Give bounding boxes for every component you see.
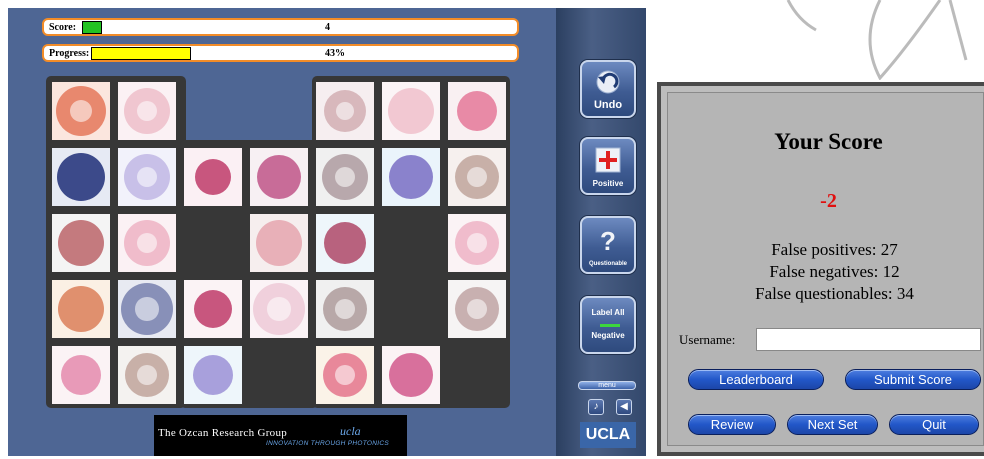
progress-value: 43%	[325, 48, 345, 59]
cell-tile[interactable]	[52, 214, 110, 272]
cell-tile[interactable]	[52, 346, 110, 404]
cell-center-pallor	[267, 297, 291, 321]
label-all-negative-button[interactable]: Label All Negative	[580, 296, 636, 354]
final-score-value: -2	[820, 190, 837, 212]
username-label: Username:	[679, 332, 736, 347]
blood-cell-image	[256, 220, 302, 266]
blood-cell-image	[324, 222, 366, 264]
false-negatives-text: False negatives: 12	[769, 262, 900, 281]
cell-center-pallor	[335, 299, 355, 319]
cell-tile[interactable]	[184, 280, 242, 338]
cell-tile[interactable]	[52, 280, 110, 338]
cell-tile[interactable]	[184, 148, 242, 206]
blood-cell-image	[57, 153, 105, 201]
logo-tagline: INNOVATION THROUGH PHOTONICS	[266, 440, 390, 447]
cell-tile[interactable]	[250, 280, 308, 338]
green-dash-icon	[600, 324, 620, 327]
logo-title: The Ozcan Research Group	[158, 427, 288, 439]
positive-label: Positive	[592, 179, 624, 188]
cell-tile[interactable]	[316, 82, 374, 140]
cell-tile[interactable]	[118, 82, 176, 140]
false-positives-text: False positives: 27	[771, 240, 898, 259]
blood-cell-image	[457, 91, 497, 131]
cell-tile[interactable]	[316, 280, 374, 338]
progress-bar: Progress: 43%	[42, 44, 519, 62]
submit-score-button[interactable]: Submit Score	[845, 369, 981, 390]
blood-cell-image	[257, 155, 301, 199]
cell-tile[interactable]	[118, 346, 176, 404]
blood-cell-image	[58, 286, 104, 332]
questionable-button[interactable]: ? Questionable	[580, 216, 636, 274]
score-title: Your Score	[774, 129, 883, 154]
svg-text:?: ?	[600, 226, 616, 255]
score-dialog-body: Your Score -2 False positives: 27 False …	[667, 92, 984, 446]
cell-tile[interactable]	[316, 148, 374, 206]
review-button[interactable]: Review	[688, 414, 776, 435]
research-group-logo: The Ozcan Research Group ucla INNOVATION…	[154, 415, 407, 456]
cell-tile[interactable]	[118, 148, 176, 206]
plus-icon	[595, 147, 621, 173]
undo-arrow-icon	[596, 70, 620, 94]
blood-cell-image	[61, 355, 101, 395]
score-fill	[82, 21, 102, 34]
cell-center-pallor	[467, 299, 487, 319]
username-input[interactable]	[756, 328, 981, 351]
cell-tile[interactable]	[250, 214, 308, 272]
cell-tile[interactable]	[316, 346, 374, 404]
blood-cell-image	[388, 88, 434, 134]
cell-tile[interactable]	[382, 148, 440, 206]
decorative-strokes	[786, 0, 968, 80]
progress-label: Progress:	[49, 48, 90, 59]
next-set-button[interactable]: Next Set	[787, 414, 878, 435]
label-all-line1: Label All	[591, 308, 625, 317]
quit-button[interactable]: Quit	[889, 414, 979, 435]
cell-tile[interactable]	[52, 82, 110, 140]
leaderboard-button[interactable]: Leaderboard	[688, 369, 824, 390]
cell-center-pallor	[135, 297, 159, 321]
cell-tile[interactable]	[118, 214, 176, 272]
speaker-icon[interactable]: ◀	[616, 399, 632, 415]
score-value: 4	[325, 22, 330, 33]
cell-center-pallor	[335, 365, 355, 385]
cell-center-pallor	[467, 233, 487, 253]
ucla-badge: UCLA	[580, 422, 636, 448]
blood-cell-image	[58, 220, 104, 266]
menu-button[interactable]: menu	[578, 381, 636, 390]
cell-tile[interactable]	[316, 214, 374, 272]
questionable-label: Questionable	[588, 261, 627, 267]
game-panel: Score: 4 Progress: 43% The Ozcan Researc…	[8, 8, 556, 456]
cell-tile[interactable]	[448, 82, 506, 140]
positive-button[interactable]: Positive	[580, 137, 636, 195]
label-all-line2: Negative	[591, 331, 625, 340]
tool-sidebar: Undo Positive ? Questionable Label All N…	[556, 8, 646, 456]
cell-center-pallor	[467, 167, 487, 187]
undo-button[interactable]: Undo	[580, 60, 636, 118]
blood-cell-image	[195, 159, 231, 195]
blood-cell-image	[193, 355, 233, 395]
cell-center-pallor	[137, 365, 157, 385]
blood-cell-image	[194, 290, 232, 328]
cell-tile[interactable]	[448, 280, 506, 338]
cell-tile[interactable]	[448, 148, 506, 206]
music-note-icon[interactable]: ♪	[588, 399, 604, 415]
cell-tile[interactable]	[52, 148, 110, 206]
cell-tile[interactable]	[382, 82, 440, 140]
cell-tile[interactable]	[382, 346, 440, 404]
score-label: Score:	[49, 22, 77, 33]
blood-cell-image	[389, 155, 433, 199]
cell-tile[interactable]	[118, 280, 176, 338]
cell-tile[interactable]	[448, 214, 506, 272]
score-bar: Score: 4	[42, 18, 519, 36]
undo-label: Undo	[593, 99, 623, 111]
cell-tile[interactable]	[184, 346, 242, 404]
question-mark-icon: ?	[600, 226, 616, 255]
logo-ucla: ucla	[340, 424, 361, 438]
score-dialog: Your Score -2 False positives: 27 False …	[657, 82, 984, 456]
cell-tile[interactable]	[250, 148, 308, 206]
blood-cell-image	[389, 353, 433, 397]
false-questionables-text: False questionables: 34	[755, 284, 914, 303]
progress-fill	[91, 47, 191, 60]
